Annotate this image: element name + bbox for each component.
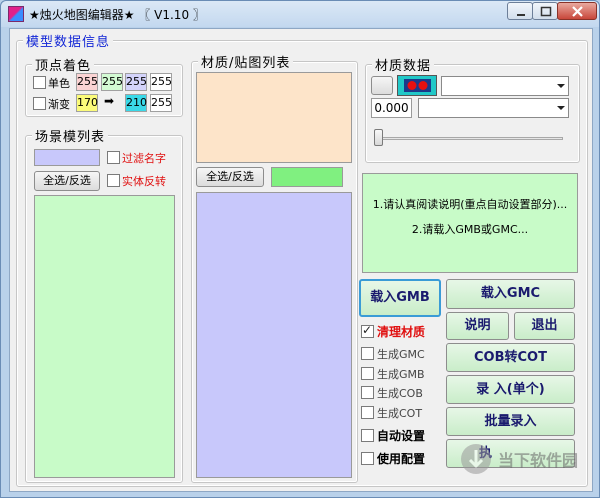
gradient-checkbox[interactable] [33, 97, 46, 110]
use-config-label: 使用配置 [377, 452, 426, 466]
gen-cot-checkbox[interactable] [361, 406, 374, 419]
watermark-text: 当下软件园 [498, 451, 579, 470]
load-gmb-button[interactable]: 载入GMB [359, 279, 441, 317]
mono-alpha-value[interactable]: 255 [150, 73, 172, 91]
load-gmc-button[interactable]: 载入GMC [446, 279, 575, 309]
gen-cot-label: 生成COT [377, 407, 423, 420]
mono-checkbox[interactable] [33, 76, 46, 89]
clean-material-checkbox[interactable] [361, 323, 374, 338]
minimize-button[interactable] [507, 2, 533, 20]
material-list[interactable] [196, 192, 352, 478]
client-area: 模型数据信息 顶点着色 单色 255 255 255 255 渐变 170 ➡ … [9, 28, 593, 492]
material-blank-button[interactable] [371, 76, 393, 95]
gen-gmc-label: 生成GMC [377, 348, 425, 361]
clean-material-label: 清理材质 [377, 325, 426, 339]
scene-list-title: 场景模列表 [32, 126, 109, 145]
material-select-all-button[interactable]: 全选/反选 [196, 167, 264, 187]
gradient-arrow-icon: ➡ [104, 94, 115, 108]
gen-gmb-label: 生成GMB [377, 368, 425, 381]
app-icon [8, 6, 24, 22]
cob-to-cot-button[interactable]: COB转COT [446, 343, 575, 372]
gen-cob-checkbox[interactable] [361, 386, 374, 399]
mono-label: 单色 [48, 77, 70, 90]
close-button[interactable] [557, 2, 597, 20]
exit-button[interactable]: 退出 [514, 312, 575, 340]
chevron-down-icon [557, 106, 565, 110]
close-icon [572, 6, 583, 17]
watermark: 当下软件园 [458, 433, 592, 483]
minimize-icon [517, 14, 525, 16]
model-data-title: 模型数据信息 [23, 31, 114, 50]
gradient-alpha-value[interactable]: 255 [150, 94, 172, 112]
material-value-field[interactable]: 0.000 [371, 98, 412, 118]
title-bar[interactable]: ★烛火地图编辑器★ 〖 V1.10 〗 [1, 1, 599, 27]
mono-green-value[interactable]: 255 [101, 73, 123, 91]
gen-gmc-checkbox[interactable] [361, 347, 374, 360]
vertex-color-title: 顶点着色 [32, 55, 95, 74]
gen-gmb-checkbox[interactable] [361, 367, 374, 380]
filter-input[interactable] [34, 149, 100, 166]
gen-cob-label: 生成COB [377, 387, 423, 400]
readme-button[interactable]: 说明 [446, 312, 509, 340]
material-data-title: 材质数据 [372, 55, 435, 74]
batch-record-button[interactable]: 批量录入 [446, 407, 575, 436]
material-color-picker[interactable] [397, 75, 437, 96]
material-color-swatch[interactable] [271, 167, 343, 187]
invert-entity-label: 实体反转 [122, 175, 166, 188]
filter-name-label: 过滤名字 [122, 152, 166, 165]
scene-list[interactable] [34, 195, 175, 478]
gradient-label: 渐变 [48, 98, 70, 111]
info-line-1: 1.请认真阅读说明(重点自动设置部分)... [372, 198, 568, 211]
auto-setup-checkbox[interactable] [361, 429, 374, 442]
slider-track[interactable] [376, 137, 563, 140]
auto-setup-label: 自动设置 [377, 429, 426, 443]
chevron-down-icon [557, 84, 565, 88]
material-mode-select[interactable] [418, 98, 569, 118]
slider-thumb[interactable] [374, 129, 383, 146]
red-dots-icon [404, 79, 431, 92]
use-config-checkbox[interactable] [361, 452, 374, 465]
mono-red-value[interactable]: 255 [76, 73, 98, 91]
watermark-logo-icon [461, 444, 491, 474]
info-panel: 1.请认真阅读说明(重点自动设置部分)... 2.请载入GMB或GMC... [362, 173, 578, 273]
info-line-2: 2.请载入GMB或GMC... [411, 223, 529, 236]
window-title: ★烛火地图编辑器★ 〖 V1.10 〗 [29, 8, 205, 22]
maximize-button[interactable] [532, 2, 558, 20]
material-list-title: 材质/贴图列表 [198, 52, 294, 71]
mono-blue-value[interactable]: 255 [125, 73, 147, 91]
material-type-select[interactable] [441, 76, 569, 96]
app-window: ★烛火地图编辑器★ 〖 V1.10 〗 模型数据信息 顶点着色 单色 255 2… [0, 0, 600, 498]
texture-preview[interactable] [196, 72, 352, 163]
maximize-icon [540, 6, 552, 17]
gradient-to-value[interactable]: 210 [125, 94, 147, 112]
record-single-button[interactable]: 录 入(单个) [446, 375, 575, 404]
scene-select-all-button[interactable]: 全选/反选 [34, 171, 100, 191]
invert-entity-checkbox[interactable] [107, 174, 120, 187]
filter-name-checkbox[interactable] [107, 151, 120, 164]
gradient-from-value[interactable]: 170 [76, 94, 98, 112]
